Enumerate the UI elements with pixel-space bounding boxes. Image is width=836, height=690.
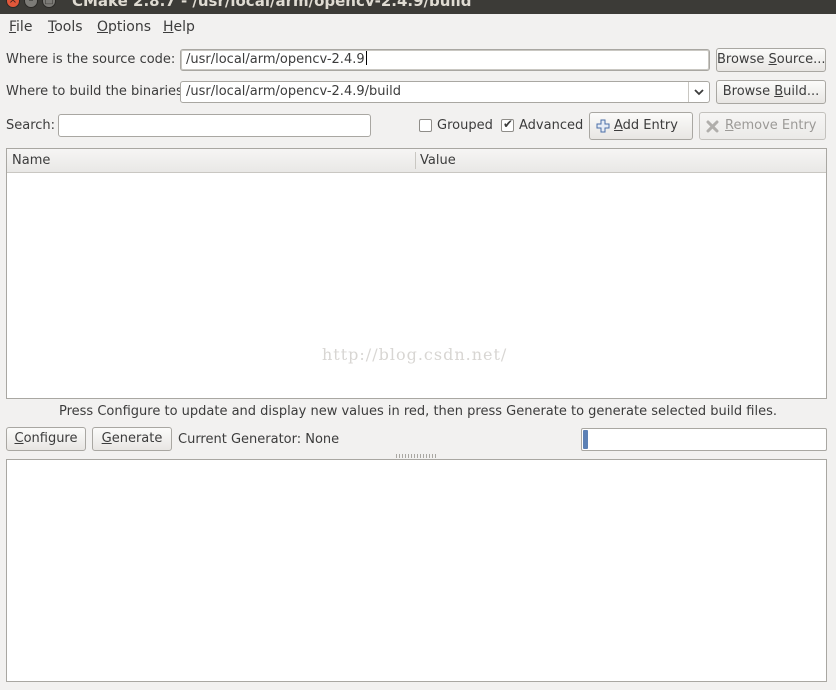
browse-build-label-post: uild... bbox=[783, 84, 820, 99]
generate-label: enerate bbox=[111, 431, 163, 446]
browse-source-button[interactable]: Browse Source... bbox=[716, 48, 826, 72]
add-entry-button[interactable]: Add Entry bbox=[589, 112, 693, 140]
menu-options-mnemonic: O bbox=[97, 19, 109, 35]
menu-file[interactable]: File bbox=[9, 19, 32, 35]
generate-button[interactable]: Generate bbox=[92, 427, 172, 451]
browse-build-button[interactable]: Browse Build... bbox=[716, 80, 826, 104]
search-input[interactable] bbox=[58, 114, 371, 137]
grouped-checkbox[interactable] bbox=[419, 119, 432, 132]
menu-help-mnemonic: H bbox=[163, 19, 174, 35]
remove-entry-button[interactable]: Remove Entry bbox=[699, 112, 826, 140]
source-label: Where is the source code: bbox=[6, 52, 176, 67]
browse-build-mnemonic: B bbox=[774, 84, 784, 99]
progress-bar bbox=[581, 428, 827, 451]
watermark-text: http://blog.csdn.net/ bbox=[322, 345, 508, 364]
menu-options-label: ptions bbox=[108, 19, 152, 35]
add-entry-mnemonic: A bbox=[614, 118, 623, 133]
plus-icon bbox=[596, 119, 610, 133]
menu-bar: File Tools Options Help bbox=[0, 14, 836, 39]
configure-mnemonic: C bbox=[14, 431, 24, 446]
minimize-icon: – bbox=[28, 0, 34, 6]
browse-source-mnemonic: S bbox=[768, 52, 777, 67]
advanced-checkbox[interactable]: ✔ bbox=[501, 117, 514, 132]
remove-x-icon bbox=[706, 120, 719, 133]
advanced-label: Advanced bbox=[519, 118, 584, 133]
search-label: Search: bbox=[6, 118, 56, 133]
menu-help-label: elp bbox=[173, 19, 195, 35]
output-log[interactable] bbox=[6, 459, 827, 682]
minimize-window-button[interactable]: – bbox=[24, 0, 38, 8]
grouped-label: Grouped bbox=[437, 118, 493, 133]
configure-label: onfigure bbox=[23, 431, 78, 446]
column-header-value[interactable]: Value bbox=[420, 153, 456, 168]
status-message: Press Configure to update and display ne… bbox=[58, 404, 778, 419]
close-icon: × bbox=[8, 0, 18, 6]
window-title: CMake 2.8.7 - /usr/local/arm/opencv-2.4.… bbox=[72, 0, 472, 10]
browse-source-label-post: ource... bbox=[776, 52, 826, 67]
table-header: Name Value bbox=[7, 149, 826, 173]
column-separator[interactable] bbox=[415, 152, 416, 169]
title-bar: × – □ CMake 2.8.7 - /usr/local/arm/openc… bbox=[0, 0, 836, 14]
splitter-handle[interactable] bbox=[396, 454, 436, 458]
column-header-name[interactable]: Name bbox=[12, 153, 50, 168]
browse-build-label-pre: Browse bbox=[722, 84, 775, 99]
maximize-window-button[interactable]: □ bbox=[42, 0, 56, 8]
menu-options[interactable]: Options bbox=[97, 19, 151, 35]
close-window-button[interactable]: × bbox=[6, 0, 20, 8]
build-path-combobox[interactable]: /usr/local/arm/opencv-2.4.9/build bbox=[180, 81, 710, 103]
source-path-input[interactable]: /usr/local/arm/opencv-2.4.9 bbox=[180, 49, 710, 71]
text-caret bbox=[365, 51, 367, 65]
progress-fill bbox=[583, 430, 588, 449]
generate-mnemonic: G bbox=[101, 431, 112, 446]
source-path-value: /usr/local/arm/opencv-2.4.9 bbox=[186, 52, 365, 67]
check-icon: ✔ bbox=[503, 117, 514, 131]
menu-tools-label: ools bbox=[54, 19, 83, 35]
maximize-icon: □ bbox=[44, 0, 54, 6]
browse-source-label-pre: Browse bbox=[717, 52, 769, 67]
build-label: Where to build the binaries: bbox=[6, 84, 188, 99]
menu-file-mnemonic: F bbox=[9, 19, 17, 35]
menu-tools[interactable]: Tools bbox=[48, 19, 83, 35]
menu-help[interactable]: Help bbox=[163, 19, 195, 35]
build-dropdown-button[interactable] bbox=[688, 82, 709, 102]
chevron-down-icon bbox=[694, 89, 704, 96]
configure-button[interactable]: Configure bbox=[6, 427, 86, 451]
add-entry-label: dd Entry bbox=[622, 118, 678, 133]
remove-entry-label: emove Entry bbox=[733, 118, 817, 133]
build-path-value: /usr/local/arm/opencv-2.4.9/build bbox=[186, 84, 401, 99]
current-generator-label: Current Generator: None bbox=[178, 432, 340, 447]
menu-file-label: ile bbox=[16, 19, 33, 35]
